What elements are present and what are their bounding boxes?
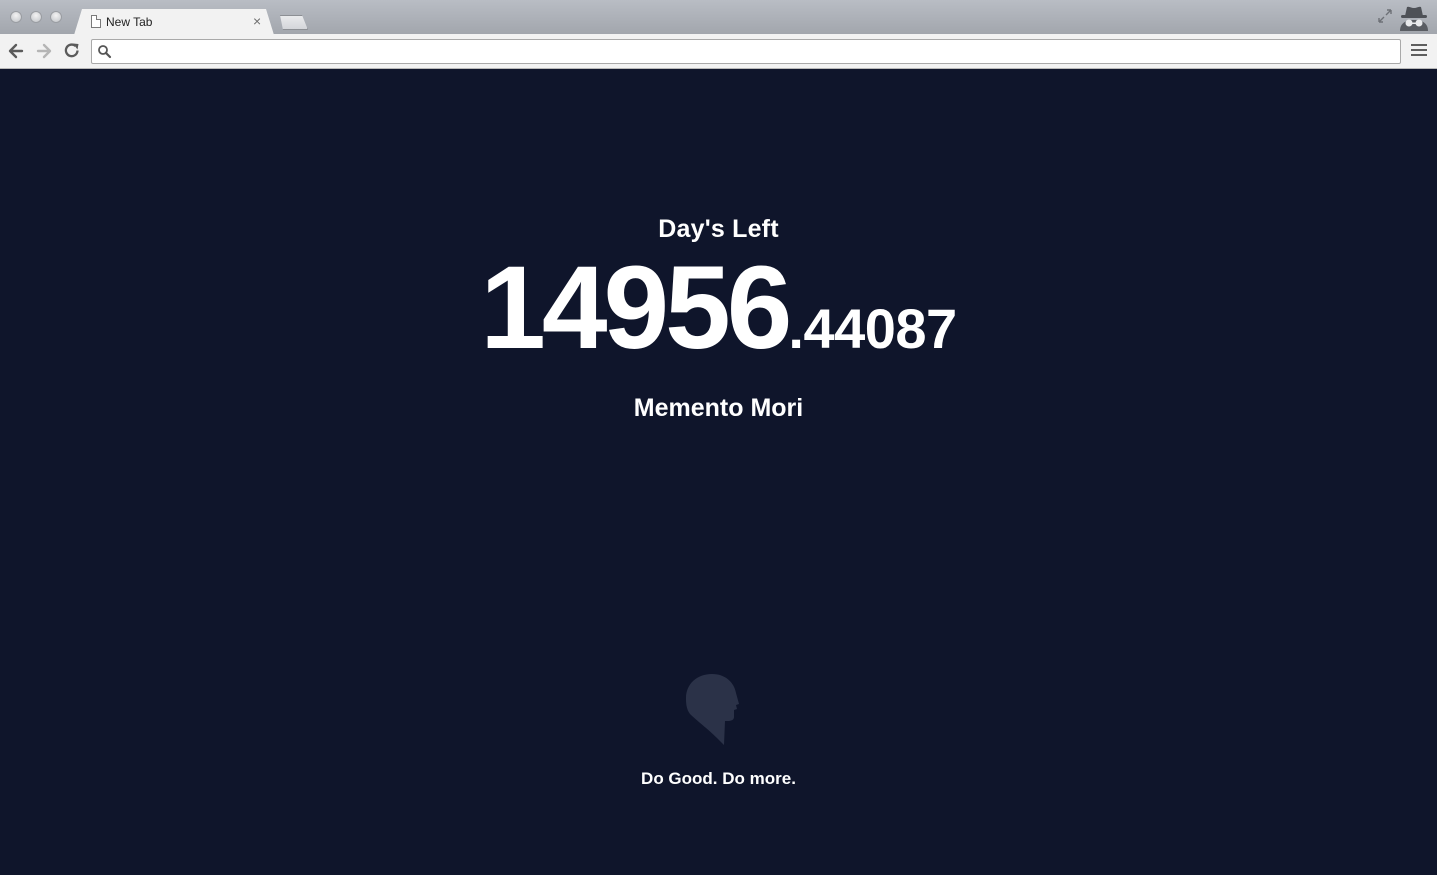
back-arrow-icon[interactable]	[6, 41, 26, 61]
counter-fraction: .44087	[788, 297, 957, 360]
new-tab-button[interactable]	[280, 15, 308, 30]
tab-new-tab[interactable]: New Tab ×	[74, 9, 274, 35]
tagline: Do Good. Do more.	[641, 769, 796, 788]
counter-integer: 14956	[480, 242, 792, 374]
new-tab-page: Day's Left 14956.44087 Memento Mori Do G…	[0, 69, 1437, 875]
address-input[interactable]	[116, 42, 1396, 61]
page-subheading: Memento Mori	[633, 394, 804, 422]
toolbar	[0, 34, 1437, 69]
minimize-window-button[interactable]	[30, 11, 42, 23]
document-icon	[91, 15, 101, 28]
close-window-button[interactable]	[10, 11, 22, 23]
address-bar[interactable]	[91, 39, 1401, 64]
menu-icon[interactable]	[1411, 44, 1427, 58]
incognito-icon[interactable]	[1396, 3, 1432, 33]
zoom-window-button[interactable]	[50, 11, 62, 23]
title-bar: New Tab ×	[0, 0, 1437, 35]
fullscreen-icon[interactable]	[1377, 8, 1393, 24]
days-left-counter: 14956.44087	[0, 249, 1437, 367]
page-heading: Day's Left	[658, 215, 779, 243]
tab-title: New Tab	[106, 15, 153, 29]
close-tab-button[interactable]: ×	[253, 13, 261, 29]
head-silhouette-icon	[686, 674, 739, 745]
search-icon	[98, 45, 112, 59]
browser-window: New Tab × Day's Left 14956.44087 Memento…	[0, 0, 1437, 875]
reload-icon[interactable]	[62, 41, 82, 61]
forward-arrow-icon[interactable]	[34, 41, 54, 61]
